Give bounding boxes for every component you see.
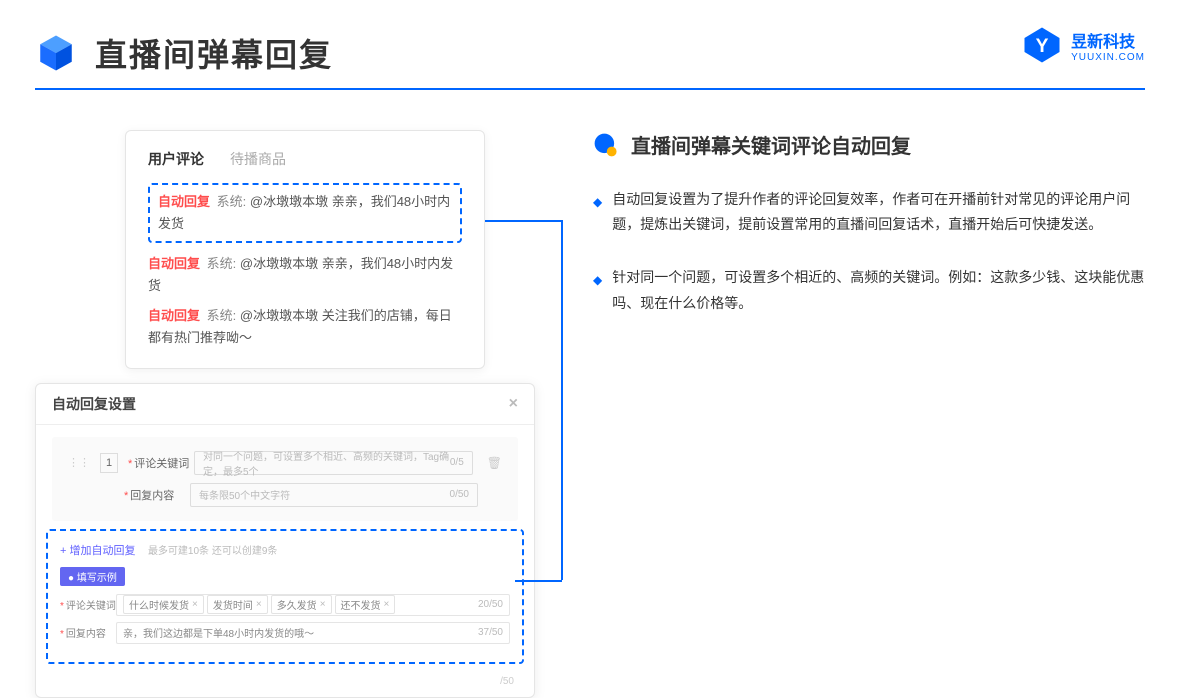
brand-icon: Y (1021, 24, 1063, 66)
diamond-icon: ◆ (593, 270, 602, 315)
left-illustration: 用户评论 待播商品 自动回复 系统: @冰墩墩本墩 亲亲，我们48小时内发货 自… (35, 130, 545, 698)
auto-reply-tag: 自动回复 (148, 308, 200, 323)
settings-modal: 自动回复设置 × ⋮⋮ 1 *评论关键词 对同一个问题，可设置多个相近、高频的关… (35, 383, 535, 698)
comment-row: 自动回复 系统: @冰墩墩本墩 亲亲，我们48小时内发货 (158, 191, 452, 235)
right-description: 直播间弹幕关键词评论自动回复 ◆ 自动回复设置为了提升作者的评论回复效率，作者可… (593, 130, 1145, 698)
page-header: 直播间弹幕回复 (0, 0, 1180, 88)
system-label: 系统: (207, 256, 237, 271)
keyword-tag: 什么时候发货× (123, 595, 204, 614)
comment-row: 自动回复 系统: @冰墩墩本墩 亲亲，我们48小时内发货 (148, 253, 462, 297)
example-content-row: *回复内容 亲，我们这边都是下单48小时内发货的哦～ 37/50 (60, 622, 510, 644)
field-label: *评论关键词 (128, 455, 184, 471)
system-label: 系统: (217, 194, 247, 209)
connector-line (561, 220, 563, 580)
example-content-box: 亲，我们这边都是下单48小时内发货的哦～ 37/50 (116, 622, 510, 644)
chat-bubble-icon (593, 132, 619, 158)
auto-reply-tag: 自动回复 (158, 194, 210, 209)
form-row-keyword: ⋮⋮ 1 *评论关键词 对同一个问题，可设置多个相近、高频的关键词，Tag确定，… (52, 447, 518, 479)
tag-remove-icon[interactable]: × (192, 599, 198, 610)
tag-remove-icon[interactable]: × (384, 599, 390, 610)
form-row-content: *回复内容 每条限50个中文字符 0/50 (52, 479, 518, 511)
placeholder-text: 每条限50个中文字符 (199, 487, 290, 502)
tag-list: 什么时候发货×发货时间×多久发货×还不发货× (123, 595, 398, 614)
comments-panel: 用户评论 待播商品 自动回复 系统: @冰墩墩本墩 亲亲，我们48小时内发货 自… (125, 130, 485, 369)
keyword-input[interactable]: 对同一个问题，可设置多个相近、高频的关键词，Tag确定，最多5个 0/5 (194, 451, 473, 475)
cube-icon (35, 32, 77, 74)
section-title: 直播间弹幕关键词评论自动回复 (631, 130, 911, 159)
brand-name-en: YUUXIN.COM (1071, 52, 1145, 63)
placeholder-text: 对同一个问题，可设置多个相近、高频的关键词，Tag确定，最多5个 (203, 448, 450, 478)
tag-remove-icon[interactable]: × (256, 599, 262, 610)
modal-title: 自动回复设置 (52, 394, 136, 414)
system-label: 系统: (207, 308, 237, 323)
row-number: 1 (100, 453, 118, 473)
field-label: *回复内容 (124, 487, 180, 503)
close-icon[interactable]: × (509, 395, 518, 413)
section-heading: 直播间弹幕关键词评论自动回复 (593, 130, 1145, 159)
connector-line (485, 220, 563, 222)
tab-user-comments[interactable]: 用户评论 (148, 149, 204, 169)
comment-row: 自动回复 系统: @冰墩墩本墩 关注我们的店铺，每日都有热门推荐呦～ (148, 305, 462, 349)
add-hint: 最多可建10条 还可以创建9条 (148, 546, 277, 557)
example-keyword-box: 什么时候发货×发货时间×多久发货×还不发货× 20/50 (116, 594, 510, 616)
trash-icon[interactable]: 🗑 (487, 456, 502, 470)
bullet-text: 自动回复设置为了提升作者的评论回复效率，作者可在开播前针对常见的评论用户问题，提… (612, 187, 1145, 237)
char-counter: 0/50 (450, 489, 469, 500)
example-content-text: 亲，我们这边都是下单48小时内发货的哦～ (123, 625, 314, 640)
modal-header: 自动回复设置 × (36, 384, 534, 425)
example-badge: ● 填写示例 (60, 567, 125, 586)
content-input[interactable]: 每条限50个中文字符 0/50 (190, 483, 478, 507)
keyword-tag: 多久发货× (271, 595, 332, 614)
field-label: 回复内容 (66, 629, 106, 640)
tab-pending-products[interactable]: 待播商品 (230, 149, 286, 169)
tabs: 用户评论 待播商品 (148, 149, 462, 169)
char-counter: 37/50 (478, 627, 503, 638)
example-keyword-row: *评论关键词 什么时候发货×发货时间×多久发货×还不发货× 20/50 (60, 594, 510, 616)
brand-name-cn: 昱新科技 (1071, 28, 1145, 52)
diamond-icon: ◆ (593, 192, 602, 237)
keyword-tag: 发货时间× (207, 595, 268, 614)
page-title: 直播间弹幕回复 (95, 30, 333, 76)
keyword-tag: 还不发货× (335, 595, 396, 614)
example-highlight: + 增加自动回复 最多可建10条 还可以创建9条 ● 填写示例 *评论关键词 什… (46, 529, 524, 664)
char-counter: 20/50 (478, 599, 503, 610)
add-auto-reply-link[interactable]: + 增加自动回复 (60, 545, 135, 557)
highlighted-comment: 自动回复 系统: @冰墩墩本墩 亲亲，我们48小时内发货 (148, 183, 462, 243)
auto-reply-tag: 自动回复 (148, 256, 200, 271)
svg-text:Y: Y (1036, 36, 1049, 57)
drag-handle-icon[interactable]: ⋮⋮ (68, 456, 90, 469)
bullet-text: 针对同一个问题，可设置多个相近的、高频的关键词。例如：这款多少钱、这块能优惠吗、… (612, 265, 1145, 315)
tag-remove-icon[interactable]: × (320, 599, 326, 610)
bullet-item: ◆ 针对同一个问题，可设置多个相近的、高频的关键词。例如：这款多少钱、这块能优惠… (593, 265, 1145, 315)
outer-counter: /50 (36, 676, 534, 697)
bullet-item: ◆ 自动回复设置为了提升作者的评论回复效率，作者可在开播前针对常见的评论用户问题… (593, 187, 1145, 237)
field-label: 评论关键词 (66, 601, 116, 612)
char-counter: 0/5 (450, 457, 464, 468)
brand-logo: Y 昱新科技 YUUXIN.COM (1021, 24, 1145, 66)
